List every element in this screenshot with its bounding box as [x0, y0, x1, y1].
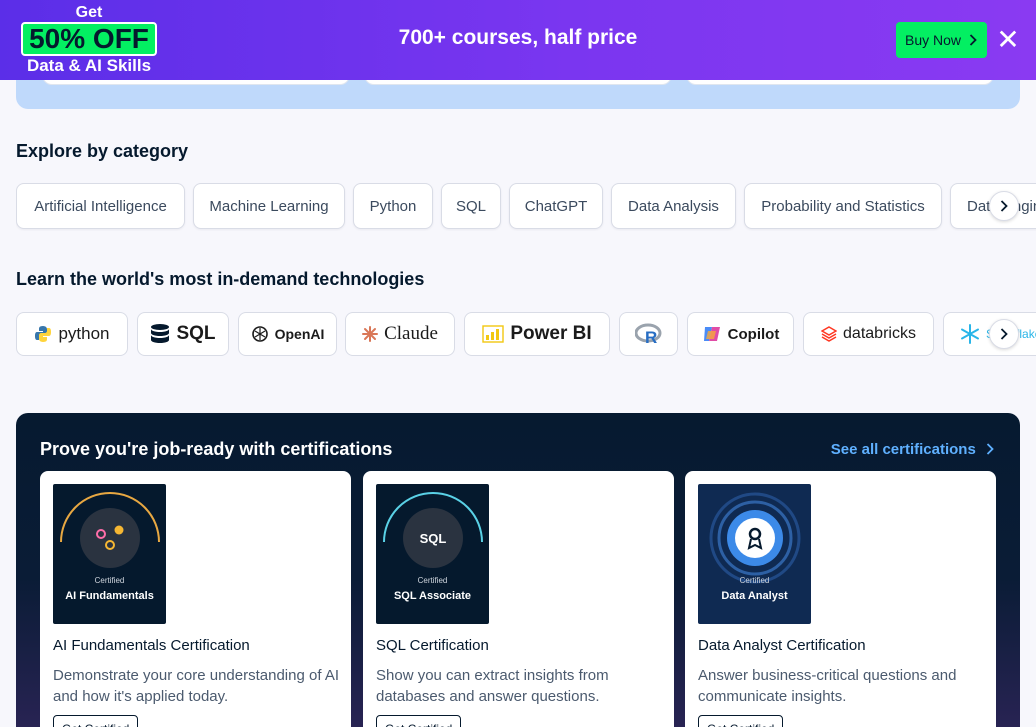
tech-chip-python[interactable]: python — [16, 312, 128, 356]
certification-card[interactable]: Certified AI Fundamentals AI Fundamental… — [40, 471, 351, 727]
tech-name: OpenAI — [274, 326, 325, 342]
promo-subject: Data & AI Skills — [26, 56, 152, 75]
badge-name: SQL Associate — [393, 590, 472, 602]
badge-name: Data Analyst — [721, 590, 788, 602]
sql-associate-badge-art: SQL — [383, 492, 483, 568]
category-chip[interactable]: Probability and Statistics — [744, 183, 942, 229]
certifications-panel: Prove you're job-ready with certificatio… — [16, 413, 1020, 727]
tech-name: SQL — [176, 323, 216, 344]
certification-card[interactable]: Certified Data Analyst Data Analyst Cert… — [685, 471, 996, 727]
technologies-carousel: python SQL OpenAI Claude Power BI R Copi… — [16, 312, 1036, 360]
category-chip[interactable]: Artificial Intelligence — [16, 183, 185, 229]
tech-chip-r[interactable]: R — [619, 312, 678, 356]
promo-banner: Get 50% OFF Data & AI Skills 700+ course… — [0, 0, 1036, 80]
category-heading: Explore by category — [16, 141, 189, 161]
openai-logo-icon — [251, 326, 268, 342]
see-all-label: See all certifications — [830, 441, 976, 458]
tech-chip-openai[interactable]: OpenAI — [238, 312, 337, 356]
ai-fundamentals-badge: Certified AI Fundamentals — [53, 484, 166, 624]
svg-text:R: R — [645, 328, 657, 345]
database-icon — [151, 324, 170, 343]
copilot-logo-icon — [703, 327, 720, 341]
category-chip[interactable]: ChatGPT — [509, 183, 603, 229]
chevron-right-icon — [986, 443, 994, 455]
badge-certified-label: Certified — [94, 576, 125, 585]
tech-chip-copilot[interactable]: Copilot — [687, 312, 794, 356]
promo-get: Get — [75, 4, 103, 21]
see-all-certifications-link[interactable]: See all certifications — [831, 441, 994, 458]
get-certified-button[interactable]: Get Certified — [53, 715, 139, 727]
tech-chip-claude[interactable]: Claude — [345, 312, 455, 356]
certification-description: Show you can extract insights from datab… — [376, 667, 609, 705]
tech-chip-databricks[interactable]: databricks — [803, 312, 934, 356]
certifications-heading: Prove you're job-ready with certificatio… — [40, 439, 393, 459]
r-logo-icon: R — [634, 323, 661, 345]
ai-fundamentals-badge-art — [60, 492, 160, 568]
badge-certified-label: Certified — [417, 576, 448, 585]
chevron-right-icon — [1000, 200, 1008, 212]
technologies-heading: Learn the world's most in-demand technol… — [16, 269, 425, 289]
claude-logo-icon — [362, 326, 379, 342]
sql-badge-mark: SQL — [420, 531, 447, 546]
category-next-button[interactable] — [989, 191, 1019, 221]
tech-name: Copilot — [727, 325, 780, 343]
power-bi-logo-icon — [482, 325, 505, 343]
sql-associate-badge: SQL Certified SQL Associate — [376, 484, 489, 624]
category-carousel: Artificial Intelligence Machine Learning… — [16, 183, 1036, 231]
category-chip[interactable]: SQL — [441, 183, 501, 229]
tech-chip-sql[interactable]: SQL — [137, 312, 229, 356]
tech-name: Claude — [384, 323, 438, 344]
chevron-right-icon — [1000, 328, 1008, 340]
certification-name: AI Fundamentals Certification — [53, 637, 250, 654]
get-certified-button[interactable]: Get Certified — [376, 715, 462, 727]
badge-name: AI Fundamentals — [65, 590, 154, 602]
tech-name: databricks — [843, 325, 916, 342]
certification-name: Data Analyst Certification — [698, 637, 866, 654]
databricks-logo-icon — [821, 326, 838, 342]
buy-now-button[interactable]: Buy Now — [896, 22, 988, 58]
tech-name: Power BI — [510, 323, 592, 344]
certification-description: Demonstrate your core understanding of A… — [53, 667, 339, 705]
chevron-right-icon — [969, 34, 977, 46]
category-chip[interactable]: Python — [353, 183, 433, 229]
python-logo-icon — [35, 326, 52, 342]
technologies-next-button[interactable] — [989, 319, 1019, 349]
tech-name: python — [58, 324, 110, 343]
get-certified-button[interactable]: Get Certified — [698, 715, 784, 727]
data-analyst-badge: Certified Data Analyst — [698, 484, 811, 624]
category-chip[interactable]: Data Analysis — [611, 183, 736, 229]
certification-card[interactable]: SQL Certified SQL Associate SQL Certific… — [363, 471, 674, 727]
close-icon[interactable]: ✕ — [994, 26, 1022, 54]
data-analyst-badge-art — [709, 492, 801, 584]
promo-headline: 700+ courses, half price — [398, 26, 638, 49]
certification-name: SQL Certification — [376, 637, 489, 654]
badge-certified-label: Certified — [739, 576, 770, 585]
buy-now-label: Buy Now — [905, 32, 962, 48]
snowflake-logo-icon — [961, 324, 979, 344]
certification-description: Answer business-critical questions and c… — [698, 667, 957, 705]
category-chip[interactable]: Machine Learning — [193, 183, 345, 229]
tech-chip-powerbi[interactable]: Power BI — [464, 312, 610, 356]
